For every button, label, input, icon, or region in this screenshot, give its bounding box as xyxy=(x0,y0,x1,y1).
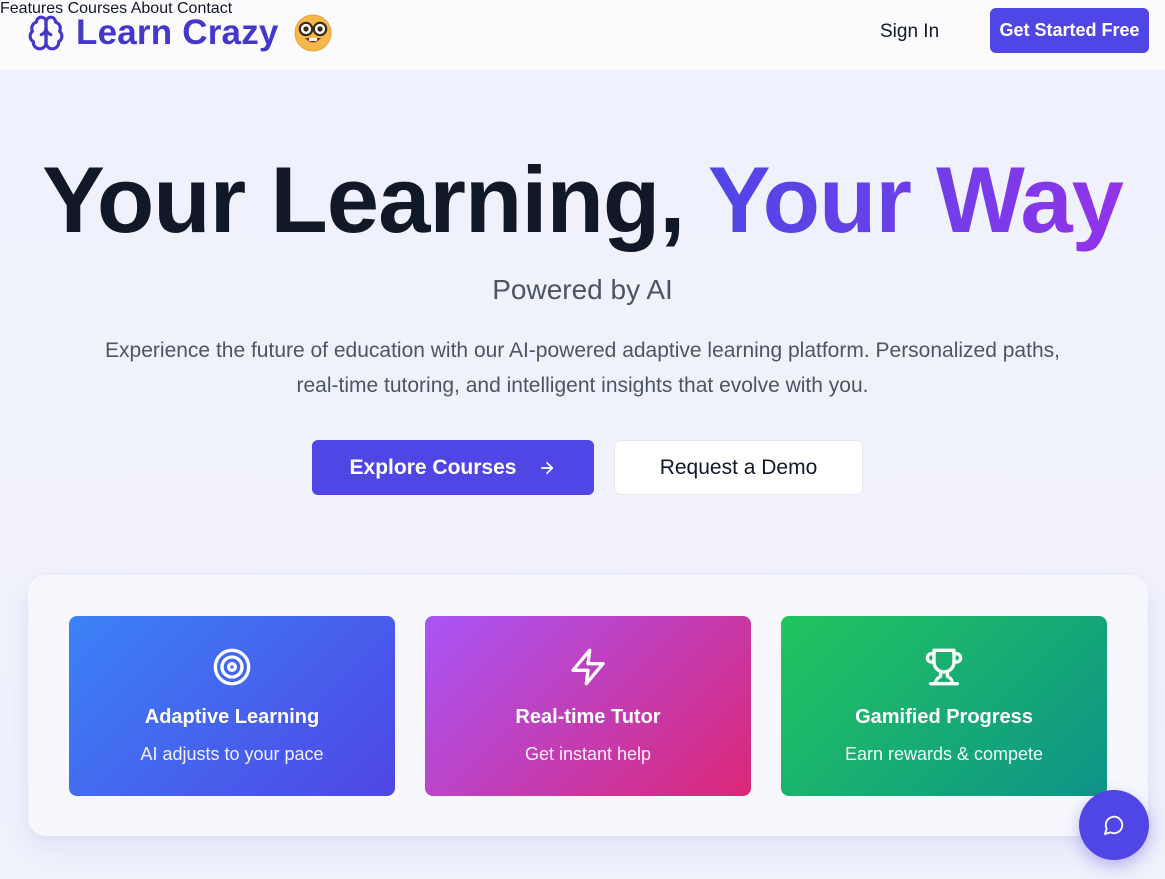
hero-title: Your Learning, Your Way xyxy=(0,150,1165,250)
feature-card-adaptive-learning[interactable]: Adaptive Learning AI adjusts to your pac… xyxy=(69,616,395,796)
explore-courses-button[interactable]: Explore Courses xyxy=(312,440,594,495)
explore-courses-label: Explore Courses xyxy=(349,455,517,479)
request-demo-button[interactable]: Request a Demo xyxy=(614,440,863,495)
hero-subtitle: Powered by AI xyxy=(492,274,673,305)
trophy-icon xyxy=(924,647,964,687)
lightning-icon xyxy=(568,647,608,687)
sign-in-button[interactable]: Sign In xyxy=(880,21,939,43)
feature-card-title: Real-time Tutor xyxy=(515,706,661,728)
top-navbar: Learn Crazy Features Courses About Conta… xyxy=(0,0,1165,71)
brain-icon xyxy=(26,13,66,53)
hero-title-plain: Your Learning, xyxy=(42,147,685,252)
arrow-right-icon xyxy=(538,459,556,477)
feature-card-gamified-progress[interactable]: Gamified Progress Earn rewards & compete xyxy=(781,616,1107,796)
brand-logo[interactable]: Learn Crazy xyxy=(26,10,333,56)
feature-card-title: Gamified Progress xyxy=(855,706,1033,728)
feature-card-title: Adaptive Learning xyxy=(144,706,320,728)
brand-name: Learn Crazy xyxy=(76,13,279,52)
hero-title-accent: Your Way xyxy=(707,147,1124,252)
get-started-button[interactable]: Get Started Free xyxy=(990,8,1149,53)
feature-card-description: AI adjusts to your pace xyxy=(140,744,324,764)
hero-description: Experience the future of education with … xyxy=(105,339,1060,397)
feature-card-description: Get instant help xyxy=(524,744,652,764)
feature-card-description: Earn rewards & compete xyxy=(844,744,1044,764)
target-icon xyxy=(212,647,252,687)
chat-bubble-icon xyxy=(1103,814,1125,836)
feature-card-realtime-tutor[interactable]: Real-time Tutor Get instant help xyxy=(425,616,751,796)
chat-button[interactable] xyxy=(1079,790,1149,860)
nerd-face-emoji-icon xyxy=(293,13,333,53)
